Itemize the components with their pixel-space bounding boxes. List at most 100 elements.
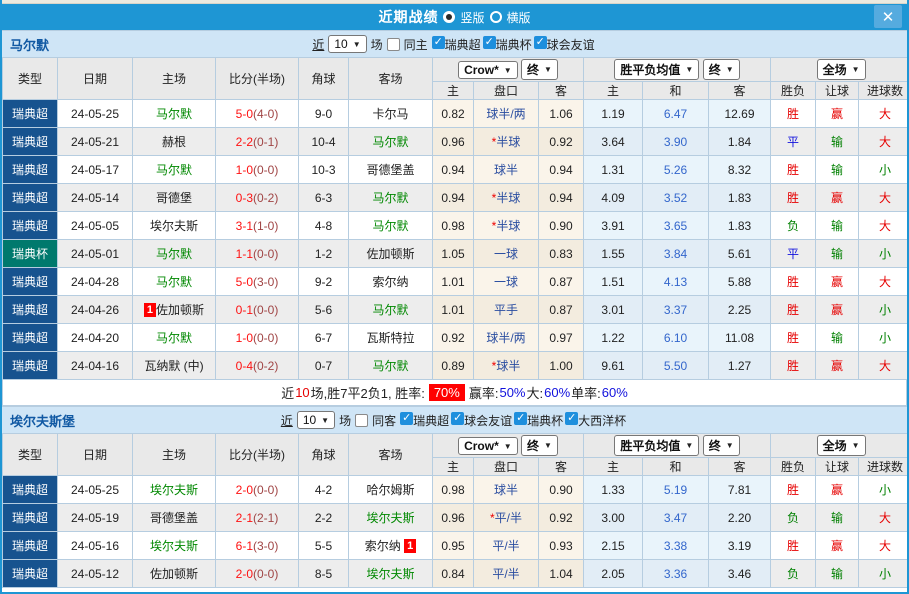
bookmaker-select[interactable]: Crow*▼ [458,61,518,79]
radio-horizontal-layout[interactable] [490,11,502,23]
home-team: 马尔默 [133,324,216,352]
goals-result-cell: 大 [859,504,909,532]
sub-col-header: 让球 [816,82,859,100]
sub-col-header: 让球 [816,458,859,476]
result-cell: 胜 [771,296,816,324]
home-team: 马尔默 [133,100,216,128]
corner-cell: 2-2 [299,504,349,532]
league-filter-group: 瑞典超 瑞典杯 球会友谊 [432,36,597,53]
handicap-odds-home: 1.01 [433,268,474,296]
goals-result-cell: 大 [859,532,909,560]
league-checkbox[interactable] [432,36,445,49]
corner-cell: 8-5 [299,560,349,588]
away-team: 马尔默 [349,212,433,240]
goals-result-cell: 大 [859,100,909,128]
handicap-odds-away: 0.94 [539,184,584,212]
avg-odds-select[interactable]: 胜平负均值▼ [614,59,699,80]
chevron-down-icon: ▼ [353,40,361,49]
fulltime-group-header: 全场▼ [771,58,909,82]
score-cell: 1-1(0-0) [216,240,299,268]
league-type-cell: 瑞典超 [3,296,58,324]
league-checkbox[interactable] [514,412,527,425]
league-checkbox[interactable] [483,36,496,49]
games-count-select[interactable]: 10▼ [328,35,366,53]
goals-result-cell: 大 [859,184,909,212]
sub-col-header: 主 [584,458,643,476]
avg-odds-home: 2.05 [584,560,643,588]
sub-col-header: 客 [709,82,771,100]
away-team: 哥德堡盖 [349,156,433,184]
match-row: 瑞典超24-04-20马尔默1-0(0-0)6-7瓦斯特拉0.92球半/两0.9… [3,324,909,352]
radio-horizontal-label[interactable]: 横版 [507,9,531,26]
league-checkbox[interactable] [400,412,413,425]
handicap-odds-home: 0.96 [433,504,474,532]
match-date: 24-04-16 [58,352,133,380]
match-date: 24-05-21 [58,128,133,156]
league-checkbox-label[interactable]: 球会友谊 [547,38,595,52]
final-odds-select[interactable]: 终▼ [521,59,558,80]
league-checkbox-label[interactable]: 球会友谊 [464,414,512,428]
league-checkbox-label[interactable]: 瑞典超 [445,38,481,52]
avg-odds-away: 2.20 [709,504,771,532]
corner-cell: 9-0 [299,100,349,128]
chevron-down-icon: ▼ [852,441,860,450]
goals-result-cell: 大 [859,128,909,156]
col-header-score: 比分(半场) [216,434,299,476]
league-checkbox[interactable] [534,36,547,49]
avg-odds-home: 3.01 [584,296,643,324]
spread-result-cell: 输 [816,240,859,268]
away-team: 马尔默 [349,352,433,380]
bookmaker-select[interactable]: Crow*▼ [458,437,518,455]
col-header-date: 日期 [58,434,133,476]
spread-result-cell: 输 [816,560,859,588]
sub-col-header: 和 [643,82,709,100]
close-icon[interactable]: ✕ [874,5,902,28]
corner-cell: 10-3 [299,156,349,184]
home-team: 马尔默 [133,156,216,184]
fulltime-select[interactable]: 全场▼ [817,435,866,456]
fulltime-select[interactable]: 全场▼ [817,59,866,80]
handicap-odds-away: 0.90 [539,212,584,240]
league-checkbox[interactable] [451,412,464,425]
avg-odds-select[interactable]: 胜平负均值▼ [614,435,699,456]
score-cell: 2-2(0-1) [216,128,299,156]
final-odds-select-2[interactable]: 终▼ [703,435,740,456]
result-cell: 平 [771,128,816,156]
handicap-line: 平/半 [474,532,539,560]
league-checkbox-label[interactable]: 瑞典杯 [527,414,563,428]
avg-odds-home: 3.91 [584,212,643,240]
goals-result-cell: 小 [859,240,909,268]
handicap-line: 球半/两 [474,100,539,128]
corner-cell: 6-3 [299,184,349,212]
avg-odds-draw: 6.10 [643,324,709,352]
final-odds-select-2[interactable]: 终▼ [703,59,740,80]
match-row: 瑞典超24-04-28马尔默5-0(3-0)9-2索尔纳1.01一球0.871.… [3,268,909,296]
handicap-line: *平/半 [474,504,539,532]
avg-odds-away: 3.19 [709,532,771,560]
handicap-line: 球半 [474,476,539,504]
match-row: 瑞典超24-05-21赫根2-2(0-1)10-4马尔默0.96*半球0.923… [3,128,909,156]
final-odds-select[interactable]: 终▼ [521,435,558,456]
league-type-cell: 瑞典超 [3,324,58,352]
away-team: 哈尔姆斯 [349,476,433,504]
league-checkbox-label[interactable]: 瑞典超 [413,414,449,428]
handicap-odds-away: 0.92 [539,504,584,532]
sub-col-header: 客 [539,82,584,100]
league-checkbox-label[interactable]: 瑞典杯 [496,38,532,52]
avg-odds-draw: 3.38 [643,532,709,560]
spread-result-cell: 赢 [816,532,859,560]
same-venue-checkbox[interactable] [355,414,368,427]
spread-result-cell: 输 [816,156,859,184]
match-date: 24-05-14 [58,184,133,212]
score-cell: 3-1(1-0) [216,212,299,240]
radio-vertical-layout[interactable] [443,11,455,23]
league-checkbox[interactable] [565,412,578,425]
games-count-select[interactable]: 10▼ [297,411,335,429]
league-checkbox-label[interactable]: 大西洋杯 [578,414,626,428]
radio-vertical-label[interactable]: 竖版 [460,9,484,26]
same-venue-checkbox[interactable] [387,38,400,51]
result-cell: 平 [771,240,816,268]
col-header-score: 比分(半场) [216,58,299,100]
match-date: 24-04-28 [58,268,133,296]
chevron-down-icon: ▼ [726,441,734,450]
